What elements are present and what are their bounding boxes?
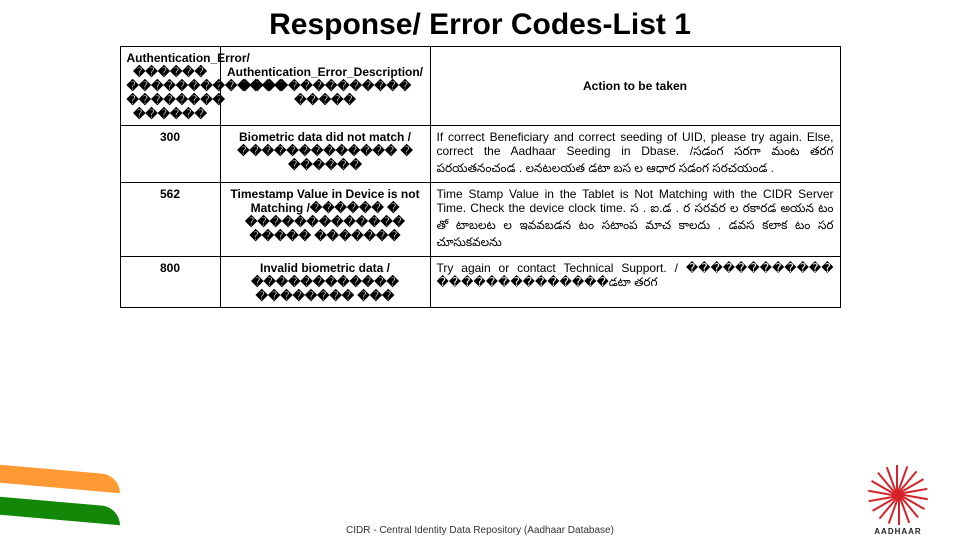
col-header-code: Authentication_Error/ ������ �����������… bbox=[120, 47, 220, 126]
error-desc: Timestamp Value in Device is not Matchin… bbox=[220, 183, 430, 257]
error-code: 800 bbox=[120, 257, 220, 308]
aadhaar-logo-text: AADHAAR bbox=[848, 527, 948, 536]
error-desc: Invalid biometric data /������������ ���… bbox=[220, 257, 430, 308]
table-header-row: Authentication_Error/ ������ �����������… bbox=[120, 47, 840, 126]
col-header-action: Action to be taken bbox=[430, 47, 840, 126]
table-row: 300 Biometric data did not match / �����… bbox=[120, 126, 840, 183]
error-code: 562 bbox=[120, 183, 220, 257]
col-header-desc: Authentication_Error_Description/ ������… bbox=[220, 47, 430, 126]
india-flag-graphic bbox=[0, 470, 120, 540]
error-action: If correct Beneficiary and correct seedi… bbox=[430, 126, 840, 183]
table-row: 562 Timestamp Value in Device is not Mat… bbox=[120, 183, 840, 257]
page-title: Response/ Error Codes-List 1 bbox=[0, 0, 960, 46]
aadhaar-logo: AADHAAR bbox=[848, 465, 948, 536]
footer-text: CIDR - Central Identity Data Repository … bbox=[346, 525, 614, 536]
error-desc: Biometric data did not match / ���������… bbox=[220, 126, 430, 183]
error-codes-table: Authentication_Error/ ������ �����������… bbox=[120, 46, 841, 308]
aadhaar-sun-icon bbox=[868, 465, 928, 525]
error-code: 300 bbox=[120, 126, 220, 183]
table-row: 800 Invalid biometric data /������������… bbox=[120, 257, 840, 308]
error-action: Try again or contact Technical Support. … bbox=[430, 257, 840, 308]
error-action: Time Stamp Value in the Tablet is Not Ma… bbox=[430, 183, 840, 257]
